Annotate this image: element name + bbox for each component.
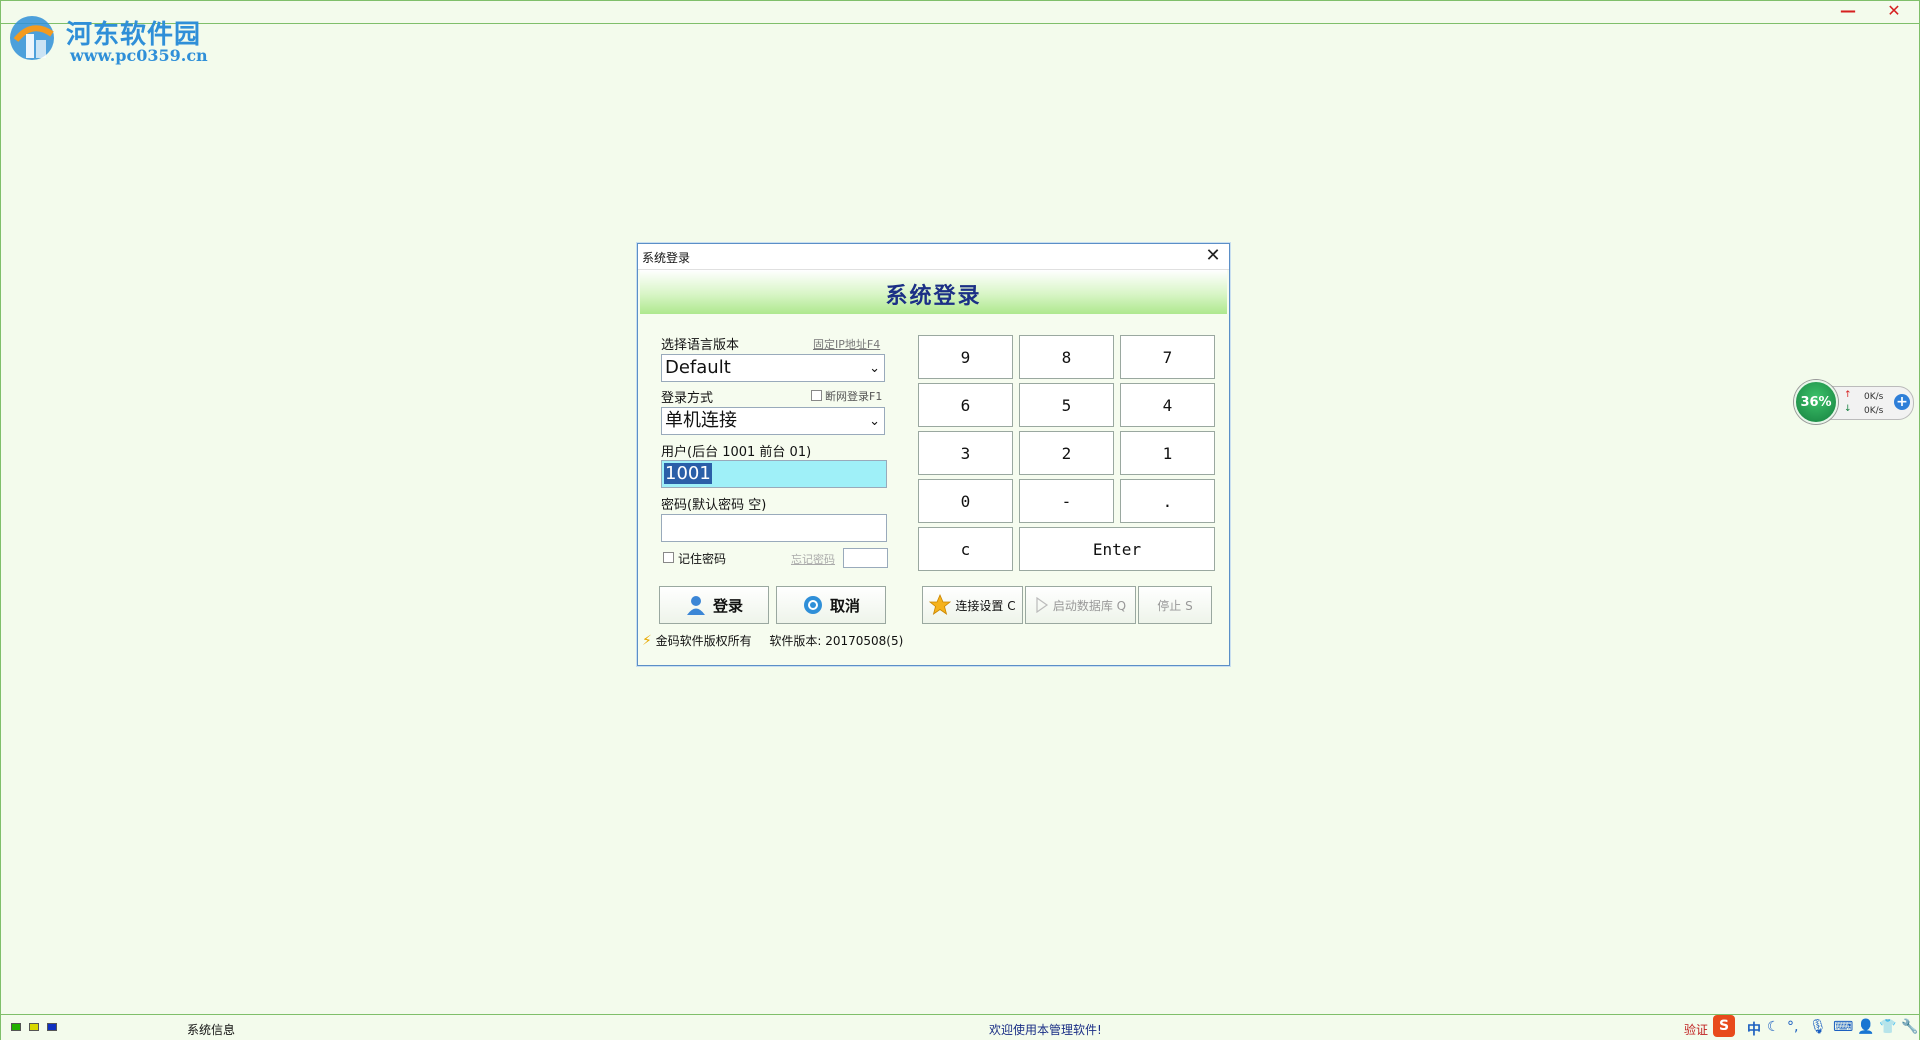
dialog-footer: ⚡ 金码软件版权所有 软件版本: 20170508(5) <box>642 632 903 649</box>
plus-icon[interactable]: + <box>1894 394 1910 410</box>
start-database-label: 启动数据库 Q <box>1052 598 1127 613</box>
language-select[interactable]: Default ⌄ <box>661 354 885 382</box>
login-dialog: 系统登录 ✕ 系统登录 选择语言版本 固定IP地址F4 Default ⌄ 登录… <box>637 243 1230 666</box>
ime-mode[interactable]: 中 <box>1747 1019 1761 1039</box>
language-select-value: Default <box>665 357 731 378</box>
remember-password-checkbox[interactable] <box>663 552 674 563</box>
key-6[interactable]: 6 <box>918 383 1013 427</box>
login-button-label: 登录 <box>712 596 743 615</box>
password-label: 密码(默认密码 空) <box>661 498 767 513</box>
user-input-value: 1001 <box>664 463 712 484</box>
watermark-logo-icon <box>10 16 54 60</box>
stop-button[interactable]: 停止 S <box>1138 586 1212 624</box>
connection-settings-label: 连接设置 C <box>955 598 1016 613</box>
login-mode-label: 登录方式 <box>661 391 714 406</box>
key-3[interactable]: 3 <box>918 431 1013 475</box>
key-enter[interactable]: Enter <box>1019 527 1215 571</box>
status-bar: 系统信息 欢迎使用本管理软件! 验证 S 中 ☾ °, 🎙 ⌨ 👤 👕 🔧 <box>1 1014 1919 1040</box>
download-arrow-icon: ↓ <box>1844 404 1852 414</box>
user-label: 用户(后台 1001 前台 01) <box>661 445 812 460</box>
dialog-titlebar: 系统登录 ✕ <box>638 244 1229 270</box>
status-led-blue <box>47 1023 57 1031</box>
dialog-title: 系统登录 <box>642 251 691 265</box>
key-0[interactable]: 0 <box>918 479 1013 523</box>
offline-login-label: 断网登录F1 <box>825 390 883 403</box>
sogou-ime-icon[interactable]: S <box>1713 1015 1735 1037</box>
dialog-close-button[interactable]: ✕ <box>1203 246 1223 266</box>
punctuation-icon[interactable]: °, <box>1787 1019 1798 1035</box>
user-input[interactable]: 1001 <box>661 460 887 488</box>
key-1[interactable]: 1 <box>1120 431 1215 475</box>
status-led-green <box>11 1023 21 1031</box>
key-2[interactable]: 2 <box>1019 431 1114 475</box>
cancel-button[interactable]: 取消 <box>776 586 886 624</box>
language-label: 选择语言版本 <box>661 338 740 353</box>
connection-settings-button[interactable]: 连接设置 C <box>922 586 1023 624</box>
key-clear[interactable]: c <box>918 527 1013 571</box>
login-mode-select[interactable]: 单机连接 ⌄ <box>661 407 885 435</box>
key-9[interactable]: 9 <box>918 335 1013 379</box>
version-text: 软件版本: 20170508(5) <box>769 634 904 648</box>
key-5[interactable]: 5 <box>1019 383 1114 427</box>
close-button[interactable]: ✕ <box>1883 2 1905 20</box>
login-mode-select-value: 单机连接 <box>665 410 737 431</box>
user-icon[interactable]: 👤 <box>1857 1019 1874 1035</box>
moon-icon[interactable]: ☾ <box>1767 1019 1780 1035</box>
watermark-url: www.pc0359.cn <box>70 46 208 65</box>
start-database-button[interactable]: 启动数据库 Q <box>1025 586 1136 624</box>
wrench-icon[interactable]: 🔧 <box>1901 1019 1918 1035</box>
keyboard-icon[interactable]: ⌨ <box>1833 1019 1853 1035</box>
network-monitor-widget[interactable]: 36% ↑ ↓ 0K/s 0K/s + <box>1794 380 1914 424</box>
lightning-icon: ⚡ <box>642 633 652 649</box>
verify-text: 验证 <box>1684 1023 1709 1037</box>
forgot-password-link[interactable]: 忘记密码 <box>791 551 835 567</box>
title-strip <box>1 1 1919 24</box>
chevron-down-icon: ⌄ <box>869 361 880 376</box>
system-info-text: 系统信息 <box>187 1023 236 1037</box>
download-speed: 0K/s <box>1864 406 1884 416</box>
copyright-text: 金码软件版权所有 <box>655 634 752 648</box>
upload-arrow-icon: ↑ <box>1844 390 1852 400</box>
login-button[interactable]: 登录 <box>659 586 769 624</box>
password-input[interactable] <box>661 514 887 542</box>
upload-speed: 0K/s <box>1864 392 1884 402</box>
star-icon <box>929 594 952 615</box>
key-8[interactable]: 8 <box>1019 335 1114 379</box>
user-icon <box>686 596 705 615</box>
offline-login-checkbox[interactable] <box>811 390 822 401</box>
chevron-down-icon: ⌄ <box>869 414 880 429</box>
key-7[interactable]: 7 <box>1120 335 1215 379</box>
stop-button-label: 停止 S <box>1157 598 1193 613</box>
cancel-button-label: 取消 <box>829 596 860 615</box>
remember-password-label: 记住密码 <box>678 552 727 566</box>
dialog-banner: 系统登录 <box>640 270 1227 314</box>
key-dot[interactable]: . <box>1120 479 1215 523</box>
key-4[interactable]: 4 <box>1120 383 1215 427</box>
status-led-yellow <box>29 1023 39 1031</box>
watermark: 河东软件园 www.pc0359.cn <box>4 8 224 70</box>
key-minus[interactable]: - <box>1019 479 1114 523</box>
fixed-ip-link[interactable]: 固定IP地址F4 <box>813 336 880 352</box>
forgot-password-field[interactable] <box>843 548 888 568</box>
dialog-heading: 系统登录 <box>885 284 982 309</box>
memory-percent-badge: 36% <box>1794 380 1838 424</box>
microphone-icon[interactable]: 🎙 <box>1809 1019 1827 1035</box>
minimize-button[interactable]: — <box>1837 2 1859 20</box>
play-icon <box>1036 597 1048 613</box>
shirt-icon[interactable]: 👕 <box>1879 1019 1896 1035</box>
welcome-text: 欢迎使用本管理软件! <box>989 1023 1102 1037</box>
cancel-icon <box>803 596 822 614</box>
